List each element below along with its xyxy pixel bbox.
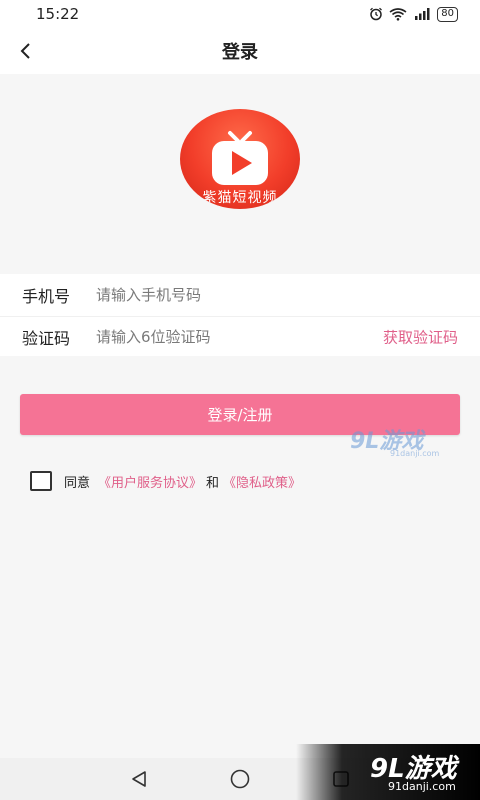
agreement-and: 和 [206,475,220,491]
code-label: 验证码 [22,328,71,348]
service-agreement-link[interactable]: 《用户服务协议》 [98,472,202,491]
phone-label: 手机号 [22,287,71,306]
watermark-small-sub: 91danji.com [390,449,440,458]
login-form: 手机号 验证码 获取验证码 [0,274,480,356]
nav-back-button[interactable] [126,766,152,792]
logo-text: 紫猫短视频 [202,190,278,206]
agreement-checkbox[interactable] [30,471,52,491]
code-input[interactable] [96,327,326,346]
get-code-button[interactable]: 获取验证码 [383,326,458,347]
triangle-back-icon [132,771,146,787]
wifi-icon [389,8,407,21]
privacy-policy-link[interactable]: 《隐私政策》 [223,472,301,491]
agreement-prefix: 同意 [64,475,91,491]
battery-indicator: 80 [437,6,458,22]
status-time: 15:22 [36,5,80,23]
phone-row: 手机号 [0,274,480,316]
alarm-icon [370,7,383,21]
watermark-logo-small: 9L游戏 91danji.com [350,423,450,463]
code-row: 验证码 获取验证码 [0,316,480,356]
watermark-logo-large: 9L游戏 91danji.com [296,744,480,800]
phone-input[interactable] [96,286,326,304]
app-header: 登录 [0,28,480,74]
page-title: 登录 [222,42,258,63]
agreement-row: 同意 《用户服务协议》 和 《隐私政策》 [30,470,301,492]
status-bar: 15:22 80 [0,0,480,28]
tv-play-icon [212,131,268,185]
nav-home-button[interactable] [227,766,253,792]
back-button[interactable] [8,34,42,68]
status-icons: 80 [369,6,458,22]
circle-home-icon [230,769,250,789]
logo-badge: 紫猫短视频 [180,109,300,209]
app-logo: 紫猫短视频 [180,109,300,209]
chevron-left-icon [20,43,30,59]
signal-icon [415,8,430,20]
watermark-large-sub: 91danji.com [388,780,456,793]
